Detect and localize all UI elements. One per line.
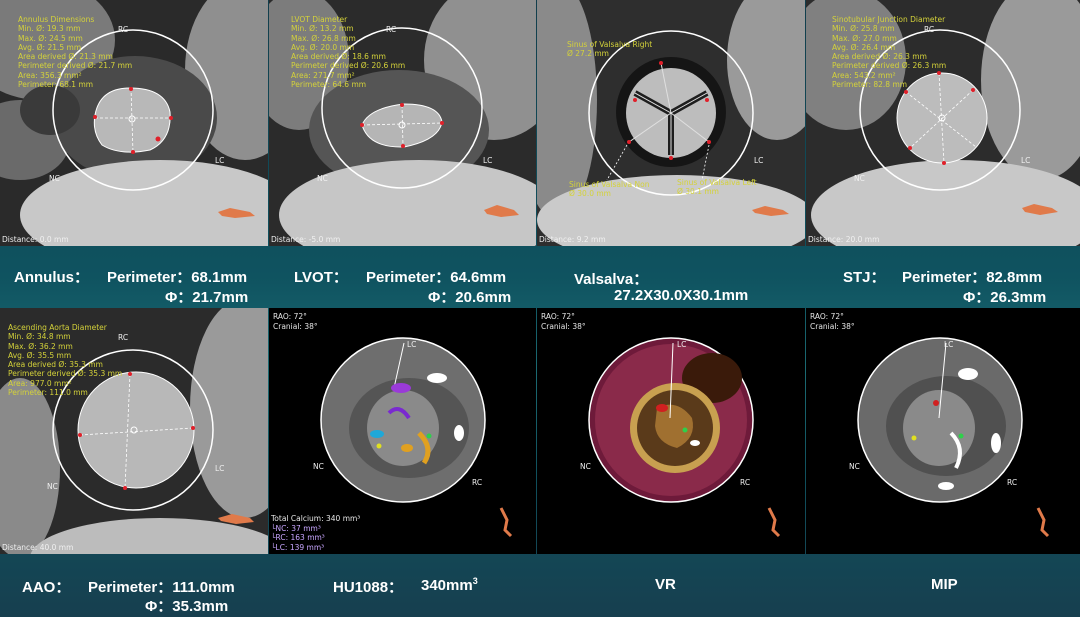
label-rc: RC — [118, 333, 129, 342]
stj-caption-diameter: Φ：26.3mm — [963, 289, 1047, 306]
label-rc: RC — [386, 25, 397, 34]
distance-readout: Distance: 0.0 mm — [2, 235, 69, 244]
label-nc: NC — [849, 462, 860, 471]
aao-measurements: Ascending Aorta Diameter Min. Ø: 34.8 mm M… — [8, 323, 123, 398]
label-lc: LC — [677, 340, 687, 349]
lvot-panel: LVOT Diameter Min. Ø: 13.2 mm Max. Ø: 26.8… — [269, 0, 536, 246]
valsalva-caption-name: Valsalva： — [574, 271, 649, 288]
hu-caption-value: 340mm3 — [421, 576, 478, 594]
label-lc: LC — [483, 156, 493, 165]
calcium-panel: RAO: 72° Cranial: 38° LC NC RC Total Calc… — [269, 308, 536, 554]
lvot-caption-name: LVOT： — [294, 269, 348, 286]
orientation-readout: RAO: 72° Cranial: 38° — [273, 312, 318, 331]
label-rc: RC — [1007, 478, 1018, 487]
aao-caption-diameter: Φ：35.3mm — [145, 598, 229, 615]
aao-caption-name: AAO： — [22, 579, 71, 596]
stj-panel: Sinotubular Junction Diameter Min. Ø: 25.… — [806, 0, 1080, 246]
label-rc: RC — [924, 25, 935, 34]
annulus-caption-diameter: Φ：21.7mm — [165, 289, 249, 306]
lvot-caption-diameter: Φ：20.6mm — [428, 289, 512, 306]
hu-caption-name: HU1088： — [333, 579, 404, 596]
label-nc: NC — [317, 174, 328, 183]
label-rc: RC — [118, 25, 129, 34]
label-rc: RC — [472, 478, 483, 487]
label-lc: LC — [754, 156, 764, 165]
label-nc: NC — [580, 462, 591, 471]
calcium-volume-summary: Total Calcium: 340 mm³ └NC: 37 mm³ └RC: … — [271, 514, 361, 552]
label-lc: LC — [215, 464, 225, 473]
label-nc: NC — [47, 482, 58, 491]
stj-caption-perimeter: Perimeter：82.8mm — [902, 269, 1043, 286]
sinus-left-measurement: Sinus of Valsalva Left Ø 30.1 mm — [677, 178, 757, 196]
distance-readout: Distance: 40.0 mm — [2, 543, 74, 552]
volume-render-image — [537, 308, 805, 554]
label-nc: NC — [313, 462, 324, 471]
sinus-non-measurement: Sinus of Valsalva Non Ø 30.0 mm — [569, 180, 650, 198]
lvot-caption-perimeter: Perimeter：64.6mm — [366, 269, 507, 286]
label-lc: LC — [1021, 156, 1031, 165]
distance-readout: Distance: 9.2 mm — [539, 235, 606, 244]
vr-caption: VR — [655, 576, 676, 593]
label-nc: NC — [49, 174, 60, 183]
valsalva-caption-values: 27.2X30.0X30.1mm — [614, 287, 749, 304]
mip-image — [806, 308, 1080, 554]
annulus-caption-perimeter: Perimeter：68.1mm — [107, 269, 248, 286]
orientation-readout: RAO: 72° Cranial: 38° — [541, 312, 586, 331]
annulus-measurements: Annulus Dimensions Min. Ø: 19.3 mm Max. Ø:… — [18, 15, 133, 90]
stj-caption-name: STJ： — [843, 269, 886, 286]
aao-caption-perimeter: Perimeter：111.0mm — [88, 579, 235, 596]
vr-panel: RAO: 72° Cranial: 38° LC NC RC — [537, 308, 805, 554]
valsalva-ct-image — [537, 0, 805, 246]
distance-readout: Distance: 20.0 mm — [808, 235, 880, 244]
label-lc: LC — [944, 340, 954, 349]
mip-caption: MIP — [931, 576, 958, 593]
annulus-caption-name: Annulus： — [14, 269, 89, 286]
mip-panel: RAO: 72° Cranial: 38° LC NC RC — [806, 308, 1080, 554]
valsalva-panel: Sinus of Valsalva Right Ø 27.2 mm Sinus … — [537, 0, 805, 246]
annulus-panel: Annulus Dimensions Min. Ø: 19.3 mm Max. Ø:… — [0, 0, 268, 246]
label-lc: LC — [215, 156, 225, 165]
label-nc: NC — [854, 174, 865, 183]
label-rc: RC — [740, 478, 751, 487]
sinus-right-measurement: Sinus of Valsalva Right Ø 27.2 mm — [567, 40, 653, 58]
label-lc: LC — [407, 340, 417, 349]
orientation-readout: RAO: 72° Cranial: 38° — [810, 312, 855, 331]
distance-readout: Distance: -5.0 mm — [271, 235, 341, 244]
aao-panel: Ascending Aorta Diameter Min. Ø: 34.8 mm M… — [0, 308, 268, 554]
